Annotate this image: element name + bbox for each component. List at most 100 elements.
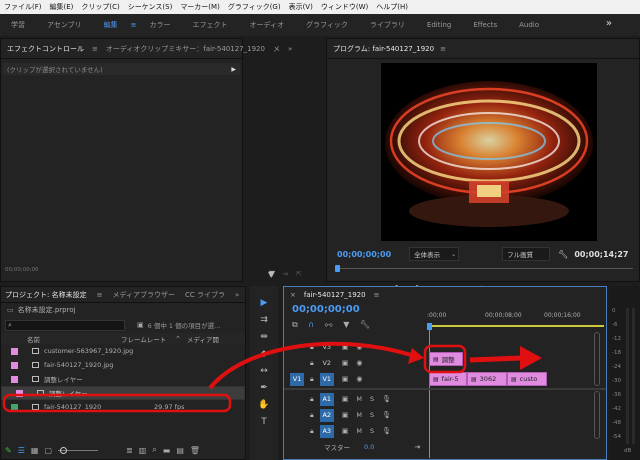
- project-item[interactable]: 調整レイヤー: [1, 372, 245, 386]
- automate-icon[interactable]: ▥: [139, 446, 147, 455]
- mute-button[interactable]: M: [356, 427, 362, 435]
- project-item[interactable]: customer-563967_1920.jpg: [1, 344, 245, 358]
- column-framerate[interactable]: フレームレート: [121, 334, 175, 344]
- workspace-tab[interactable]: カラー: [139, 20, 182, 30]
- clip-v1-custo[interactable]: ▤ custo: [507, 372, 547, 386]
- mic-icon[interactable]: 🎙︎: [382, 427, 391, 435]
- close-icon[interactable]: ×: [290, 291, 296, 299]
- ec-share-icon[interactable]: ⇱: [296, 270, 302, 278]
- lock-icon[interactable]: 🔒︎: [310, 375, 314, 384]
- adjustment-clip-v2[interactable]: ▤ 調整: [429, 352, 463, 366]
- time-ruler[interactable]: :00;00 00;00;08;00 00;00;16;00: [427, 309, 604, 331]
- workspace-tab[interactable]: 編集: [93, 20, 129, 30]
- program-scrubber[interactable]: [335, 265, 633, 272]
- tab-media-browser[interactable]: メディアブラウザー: [112, 290, 175, 300]
- solo-button[interactable]: S: [370, 411, 374, 419]
- track-label[interactable]: A3: [319, 424, 334, 438]
- eye-icon[interactable]: ◉: [356, 359, 362, 367]
- menu-item[interactable]: グラフィック(G): [224, 2, 285, 12]
- sync-lock-icon[interactable]: ▣: [342, 427, 349, 435]
- track-label[interactable]: V1: [319, 372, 334, 386]
- project-item[interactable]: fair-540127_1920.jpg: [1, 358, 245, 372]
- workspace-tab[interactable]: グラフィック: [295, 20, 359, 30]
- program-timecode[interactable]: 00;00;00;00: [337, 250, 391, 259]
- eye-icon[interactable]: ◉: [356, 343, 362, 351]
- razor-tool-icon[interactable]: ◆: [257, 347, 271, 361]
- workspace-tab[interactable]: エフェクト: [182, 20, 239, 30]
- tab-effect-controls[interactable]: エフェクトコントロール: [7, 44, 84, 54]
- ec-filter-icon[interactable]: ▼: [268, 270, 274, 279]
- nest-icon[interactable]: ⧉: [292, 320, 298, 329]
- sync-lock-icon[interactable]: ▣: [342, 343, 349, 351]
- menu-item[interactable]: ファイル(F): [0, 2, 46, 12]
- ec-export-icon[interactable]: ⇥: [282, 270, 288, 278]
- workspace-tab[interactable]: Audio: [508, 21, 550, 29]
- menu-item[interactable]: シーケンス(S): [124, 2, 177, 12]
- sort-icon[interactable]: ≣: [126, 446, 133, 455]
- solo-button[interactable]: S: [370, 427, 374, 435]
- project-item-selected[interactable]: 調整レイヤー: [1, 386, 245, 400]
- sync-lock-icon[interactable]: ▣: [342, 359, 349, 367]
- new-item-icon[interactable]: ▤: [176, 446, 184, 455]
- solo-button[interactable]: S: [370, 395, 374, 403]
- zoom-slider[interactable]: [58, 446, 98, 454]
- clear-icon[interactable]: 🗑︎: [190, 446, 200, 455]
- lock-icon[interactable]: 🔒︎: [310, 411, 314, 420]
- master-value[interactable]: 0.0: [364, 443, 374, 451]
- add-marker-icon[interactable]: ▼: [343, 320, 349, 329]
- mic-icon[interactable]: 🎙︎: [382, 395, 391, 403]
- pencil-icon[interactable]: ✎: [5, 446, 12, 455]
- zoom-dropdown-icon[interactable]: ⌄: [451, 251, 456, 258]
- quality-select[interactable]: フル画質: [502, 247, 551, 261]
- column-name[interactable]: 名前: [27, 334, 121, 344]
- tab-sequence[interactable]: fair-540127_1920: [304, 291, 366, 299]
- settings-icon[interactable]: 🔧︎: [360, 320, 370, 329]
- new-bin-icon[interactable]: ▬: [163, 446, 171, 455]
- slip-tool-icon[interactable]: ↔: [257, 364, 271, 378]
- lock-icon[interactable]: 🔒︎: [310, 427, 314, 436]
- ripple-edit-tool-icon[interactable]: ⇹: [257, 330, 271, 344]
- vertical-scrollbar[interactable]: [594, 332, 600, 386]
- column-media[interactable]: メディア開: [187, 334, 219, 344]
- mute-button[interactable]: M: [356, 411, 362, 419]
- track-label[interactable]: V2: [320, 357, 334, 370]
- project-search-input[interactable]: ⌕: [5, 319, 125, 331]
- wrench-icon[interactable]: 🔧︎: [558, 250, 568, 259]
- track-label[interactable]: A1: [319, 392, 334, 406]
- eye-icon[interactable]: ◉: [356, 375, 362, 383]
- workspaces-more-icon[interactable]: »: [606, 18, 612, 29]
- workspace-tab[interactable]: Effects: [462, 21, 508, 29]
- sync-lock-icon[interactable]: ▣: [342, 375, 349, 383]
- list-view-icon[interactable]: ☰: [18, 446, 25, 455]
- lock-icon[interactable]: 🔒︎: [310, 343, 314, 352]
- find-icon[interactable]: ⌕: [152, 445, 156, 455]
- linked-select-icon[interactable]: ⧟: [325, 320, 333, 329]
- menu-item[interactable]: 編集(E): [46, 2, 78, 12]
- track-select-tool-icon[interactable]: ⇉: [257, 313, 271, 327]
- sync-lock-icon[interactable]: ▣: [342, 395, 349, 403]
- freeform-view-icon[interactable]: ▢: [44, 446, 52, 455]
- panel-menu-icon[interactable]: ≡: [440, 45, 446, 53]
- source-patch-v1[interactable]: V1: [290, 372, 304, 386]
- clip-v1-fair[interactable]: ▤ fair-5: [429, 372, 467, 386]
- workspace-tab[interactable]: Editing: [416, 21, 462, 29]
- workspace-tab[interactable]: アセンブリ: [36, 20, 93, 30]
- panel-menu-icon[interactable]: ≡: [374, 291, 380, 299]
- program-monitor-title[interactable]: プログラム: fair-540127_1920: [333, 44, 434, 54]
- timeline-playhead[interactable]: [427, 323, 432, 330]
- bin-icon[interactable]: ▣: [137, 321, 144, 329]
- panel-overflow-icon[interactable]: »: [288, 45, 292, 53]
- workspace-menu-icon[interactable]: ≡: [129, 21, 139, 29]
- track-label[interactable]: V3: [320, 341, 334, 354]
- clip-v1-3062[interactable]: ▤ 3062: [467, 372, 507, 386]
- tab-project[interactable]: プロジェクト: 名称未設定: [5, 290, 87, 300]
- panel-menu-icon[interactable]: ≡: [97, 291, 103, 299]
- type-tool-icon[interactable]: T: [257, 415, 271, 429]
- vertical-scrollbar-audio[interactable]: [594, 391, 600, 439]
- menu-item[interactable]: ウィンドウ(W): [317, 2, 372, 12]
- menu-item[interactable]: マーカー(M): [176, 2, 224, 12]
- track-label[interactable]: A2: [319, 408, 334, 422]
- workspace-tab[interactable]: 学習: [0, 20, 36, 30]
- menu-item[interactable]: 表示(V): [285, 2, 317, 12]
- icon-view-icon[interactable]: ▦: [31, 446, 39, 455]
